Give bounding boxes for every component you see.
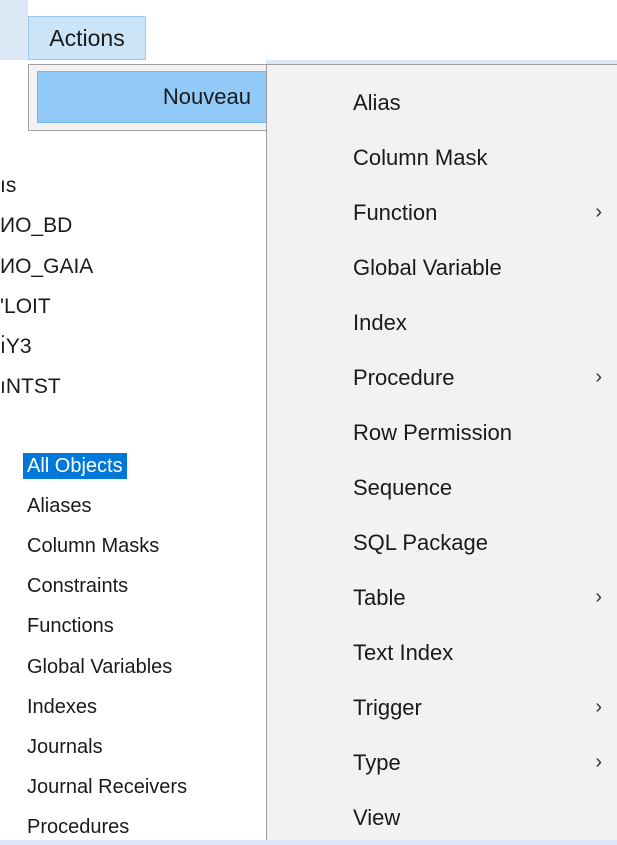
object-type-item[interactable]: Global Variables (27, 654, 172, 680)
object-type-item[interactable]: Journal Receivers (27, 774, 187, 800)
submenu-item-procedure[interactable]: Procedure › (353, 350, 617, 405)
submenu-item-label: Function (353, 200, 438, 225)
tree-schema-item[interactable]: 'LOIT (0, 294, 51, 320)
object-type-item-all-objects[interactable]: All Objects (23, 453, 127, 479)
submenu-item-sql-package[interactable]: SQL Package (353, 515, 617, 570)
submenu-item-sequence[interactable]: Sequence (353, 460, 617, 515)
submenu-item-label: View (353, 805, 401, 830)
submenu-item-column-mask[interactable]: Column Mask (353, 130, 617, 185)
submenu-item-label: Trigger (353, 695, 422, 720)
submenu-item-function[interactable]: Function › (353, 185, 617, 240)
submenu-item-label: Table (353, 585, 406, 610)
submenu-item-trigger[interactable]: Trigger › (353, 680, 617, 735)
object-tree-panel: ıs ИO_BD ИO_GAIA 'LOIT ı̇Y3 ıNTST All Ob… (0, 60, 266, 840)
submenu-item-label: Global Variable (353, 255, 502, 280)
submenu-item-type[interactable]: Type › (353, 735, 617, 790)
actions-dropdown-menu: Nouveau › (28, 64, 304, 131)
submenu-item-label: Procedure (353, 365, 455, 390)
chevron-right-icon: › (595, 201, 602, 223)
chevron-right-icon: › (595, 366, 602, 388)
tree-schema-item[interactable]: ı̇Y3 (0, 334, 32, 360)
object-type-item[interactable]: Journals (27, 734, 103, 760)
object-type-item[interactable]: Column Masks (27, 533, 159, 559)
menu-item-nouveau-label: Nouveau (162, 84, 251, 109)
chevron-right-icon: › (595, 696, 602, 718)
submenu-item-text-index[interactable]: Text Index (353, 625, 617, 680)
submenu-item-label: SQL Package (353, 530, 488, 555)
submenu-item-label: Type (353, 750, 401, 775)
chevron-right-icon: › (595, 586, 602, 608)
submenu-item-label: Text Index (353, 640, 454, 665)
menu-actions-label: Actions (49, 25, 125, 51)
submenu-item-label: Column Mask (353, 145, 488, 170)
submenu-item-label: Index (353, 310, 407, 335)
chevron-right-icon: › (595, 751, 602, 773)
tree-schema-item[interactable]: ИO_BD (0, 213, 72, 239)
object-type-item[interactable]: Procedures (27, 814, 129, 840)
submenu-item-index[interactable]: Index (353, 295, 617, 350)
submenu-item-label: Alias (353, 90, 401, 115)
submenu-item-label: Sequence (353, 475, 453, 500)
tree-schema-item[interactable]: ИO_GAIA (0, 254, 93, 280)
object-type-item[interactable]: Functions (27, 613, 114, 639)
submenu-item-label: Row Permission (353, 420, 512, 445)
tree-schema-item[interactable]: ıNTST (0, 374, 61, 400)
submenu-item-alias[interactable]: Alias (353, 75, 617, 130)
object-type-item[interactable]: Indexes (27, 694, 97, 720)
menu-item-nouveau[interactable]: Nouveau › (37, 71, 304, 123)
submenu-item-table[interactable]: Table › (353, 570, 617, 625)
tree-schema-item[interactable]: ıs (0, 173, 16, 199)
menu-actions[interactable]: Actions (28, 16, 146, 60)
submenu-item-view[interactable]: View (353, 790, 617, 845)
submenu-item-global-variable[interactable]: Global Variable (353, 240, 617, 295)
object-type-item[interactable]: Aliases (27, 493, 91, 519)
submenu-item-row-permission[interactable]: Row Permission (353, 405, 617, 460)
nouveau-submenu: Alias Column Mask Function › Global Vari… (266, 64, 617, 840)
object-type-item[interactable]: Constraints (27, 573, 128, 599)
